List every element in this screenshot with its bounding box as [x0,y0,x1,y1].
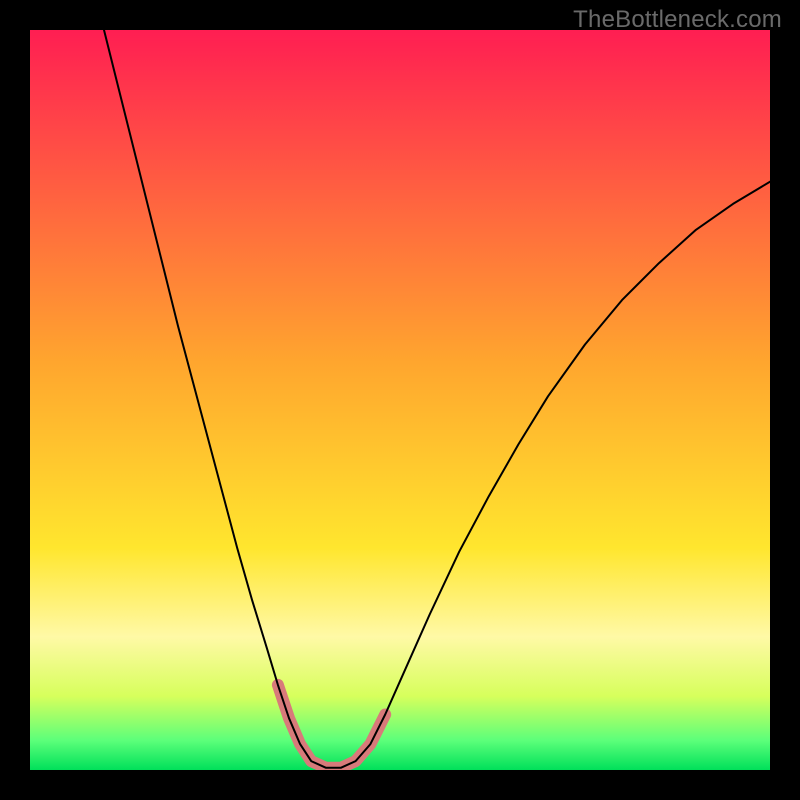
bottleneck-chart [30,30,770,770]
chart-frame: TheBottleneck.com [0,0,800,800]
plot-background [30,30,770,770]
